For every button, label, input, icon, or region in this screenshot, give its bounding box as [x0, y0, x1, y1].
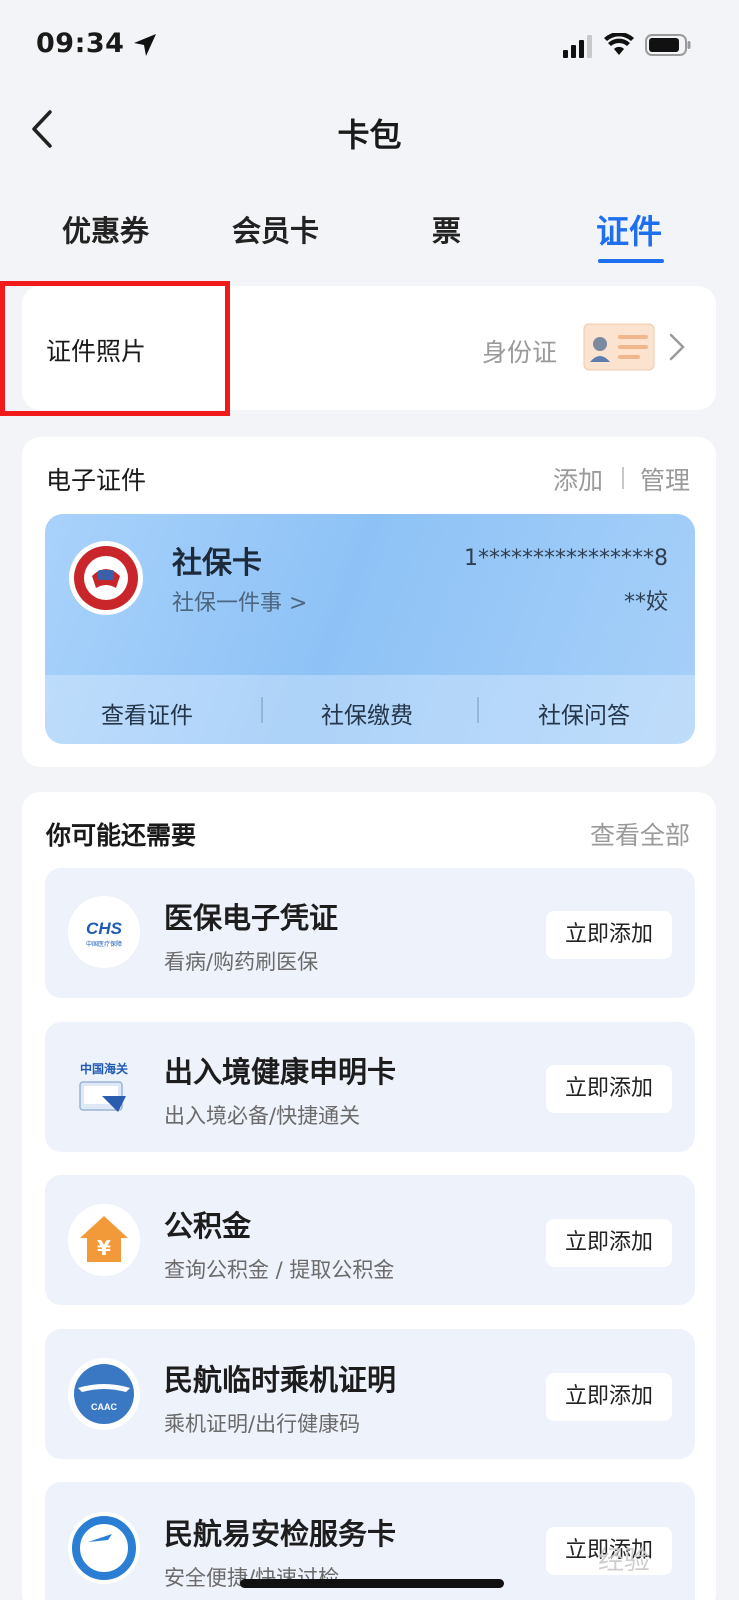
- svg-text:中国海关: 中国海关: [80, 1061, 128, 1076]
- divider: [261, 697, 263, 723]
- location-arrow-icon: [134, 34, 156, 56]
- tab-active-indicator: [598, 259, 664, 263]
- social-security-service-link[interactable]: 社保一件事 >: [172, 585, 307, 617]
- recommendations-title: 你可能还需要: [46, 821, 197, 850]
- status-time: 09:34: [36, 28, 125, 59]
- add-now-button[interactable]: 立即添加: [546, 1219, 672, 1267]
- item-description: 出入境必备/快捷通关: [164, 1104, 361, 1128]
- item-description: 看病/购药刷医保: [164, 950, 319, 974]
- cellular-signal-icon: [563, 35, 592, 58]
- battery-icon: [645, 34, 691, 56]
- chs-logo-icon: CHS 中国医疗保障: [68, 896, 140, 968]
- caac-icon: CAAC: [68, 1358, 140, 1430]
- svg-text:CHS: CHS: [86, 919, 123, 938]
- airport-security-icon: [68, 1512, 140, 1584]
- divider: [622, 467, 624, 489]
- home-indicator: [240, 1579, 504, 1588]
- social-security-logo-icon: [69, 541, 143, 615]
- svg-text:中国医疗保障: 中国医疗保障: [86, 940, 122, 948]
- add-now-button[interactable]: 立即添加: [546, 911, 672, 959]
- item-title: 民航临时乘机证明: [164, 1363, 397, 1397]
- page-title: 卡包: [337, 116, 402, 154]
- add-certificate-button[interactable]: 添加: [553, 461, 603, 497]
- social-security-qa-button[interactable]: 社保问答: [484, 696, 684, 730]
- svg-text:CAAC: CAAC: [91, 1402, 117, 1412]
- manage-certificates-button[interactable]: 管理: [640, 461, 690, 497]
- tab-tickets[interactable]: 票: [432, 208, 461, 250]
- item-description: 乘机证明/出行健康码: [164, 1412, 361, 1436]
- watermark: 经验: [598, 1546, 651, 1576]
- svg-text:¥: ¥: [97, 1236, 111, 1260]
- item-description: 查询公积金 / 提取公积金: [164, 1258, 395, 1282]
- card-owner: **姣: [623, 590, 668, 615]
- tab-certificates[interactable]: 证件: [596, 205, 662, 253]
- wifi-icon: [604, 33, 634, 55]
- tab-coupons[interactable]: 优惠券: [62, 208, 149, 250]
- item-title: 民航易安检服务卡: [164, 1517, 397, 1551]
- customs-icon: 中国海关: [79, 1061, 128, 1112]
- e-certificate-title: 电子证件: [46, 466, 147, 495]
- item-title: 医保电子凭证: [164, 901, 339, 935]
- item-title: 出入境健康申明卡: [164, 1055, 397, 1089]
- chevron-right-icon: [669, 333, 685, 361]
- house-fund-icon: ¥: [68, 1204, 140, 1276]
- social-security-payment-button[interactable]: 社保缴费: [267, 696, 467, 730]
- view-all-link[interactable]: 查看全部: [590, 816, 690, 852]
- social-security-card-name: 社保卡: [172, 546, 262, 581]
- tab-membership-cards[interactable]: 会员卡: [232, 208, 319, 250]
- card-number: 1****************8: [464, 546, 668, 571]
- annotation-highlight-box: [0, 281, 230, 416]
- add-now-button[interactable]: 立即添加: [546, 1373, 672, 1421]
- divider: [477, 697, 479, 723]
- item-title: 公积金: [164, 1209, 252, 1243]
- id-card-thumbnail-icon: [583, 323, 655, 371]
- view-certificate-button[interactable]: 查看证件: [47, 696, 247, 730]
- id-card-label: 身份证: [482, 338, 558, 367]
- add-now-button[interactable]: 立即添加: [546, 1065, 672, 1113]
